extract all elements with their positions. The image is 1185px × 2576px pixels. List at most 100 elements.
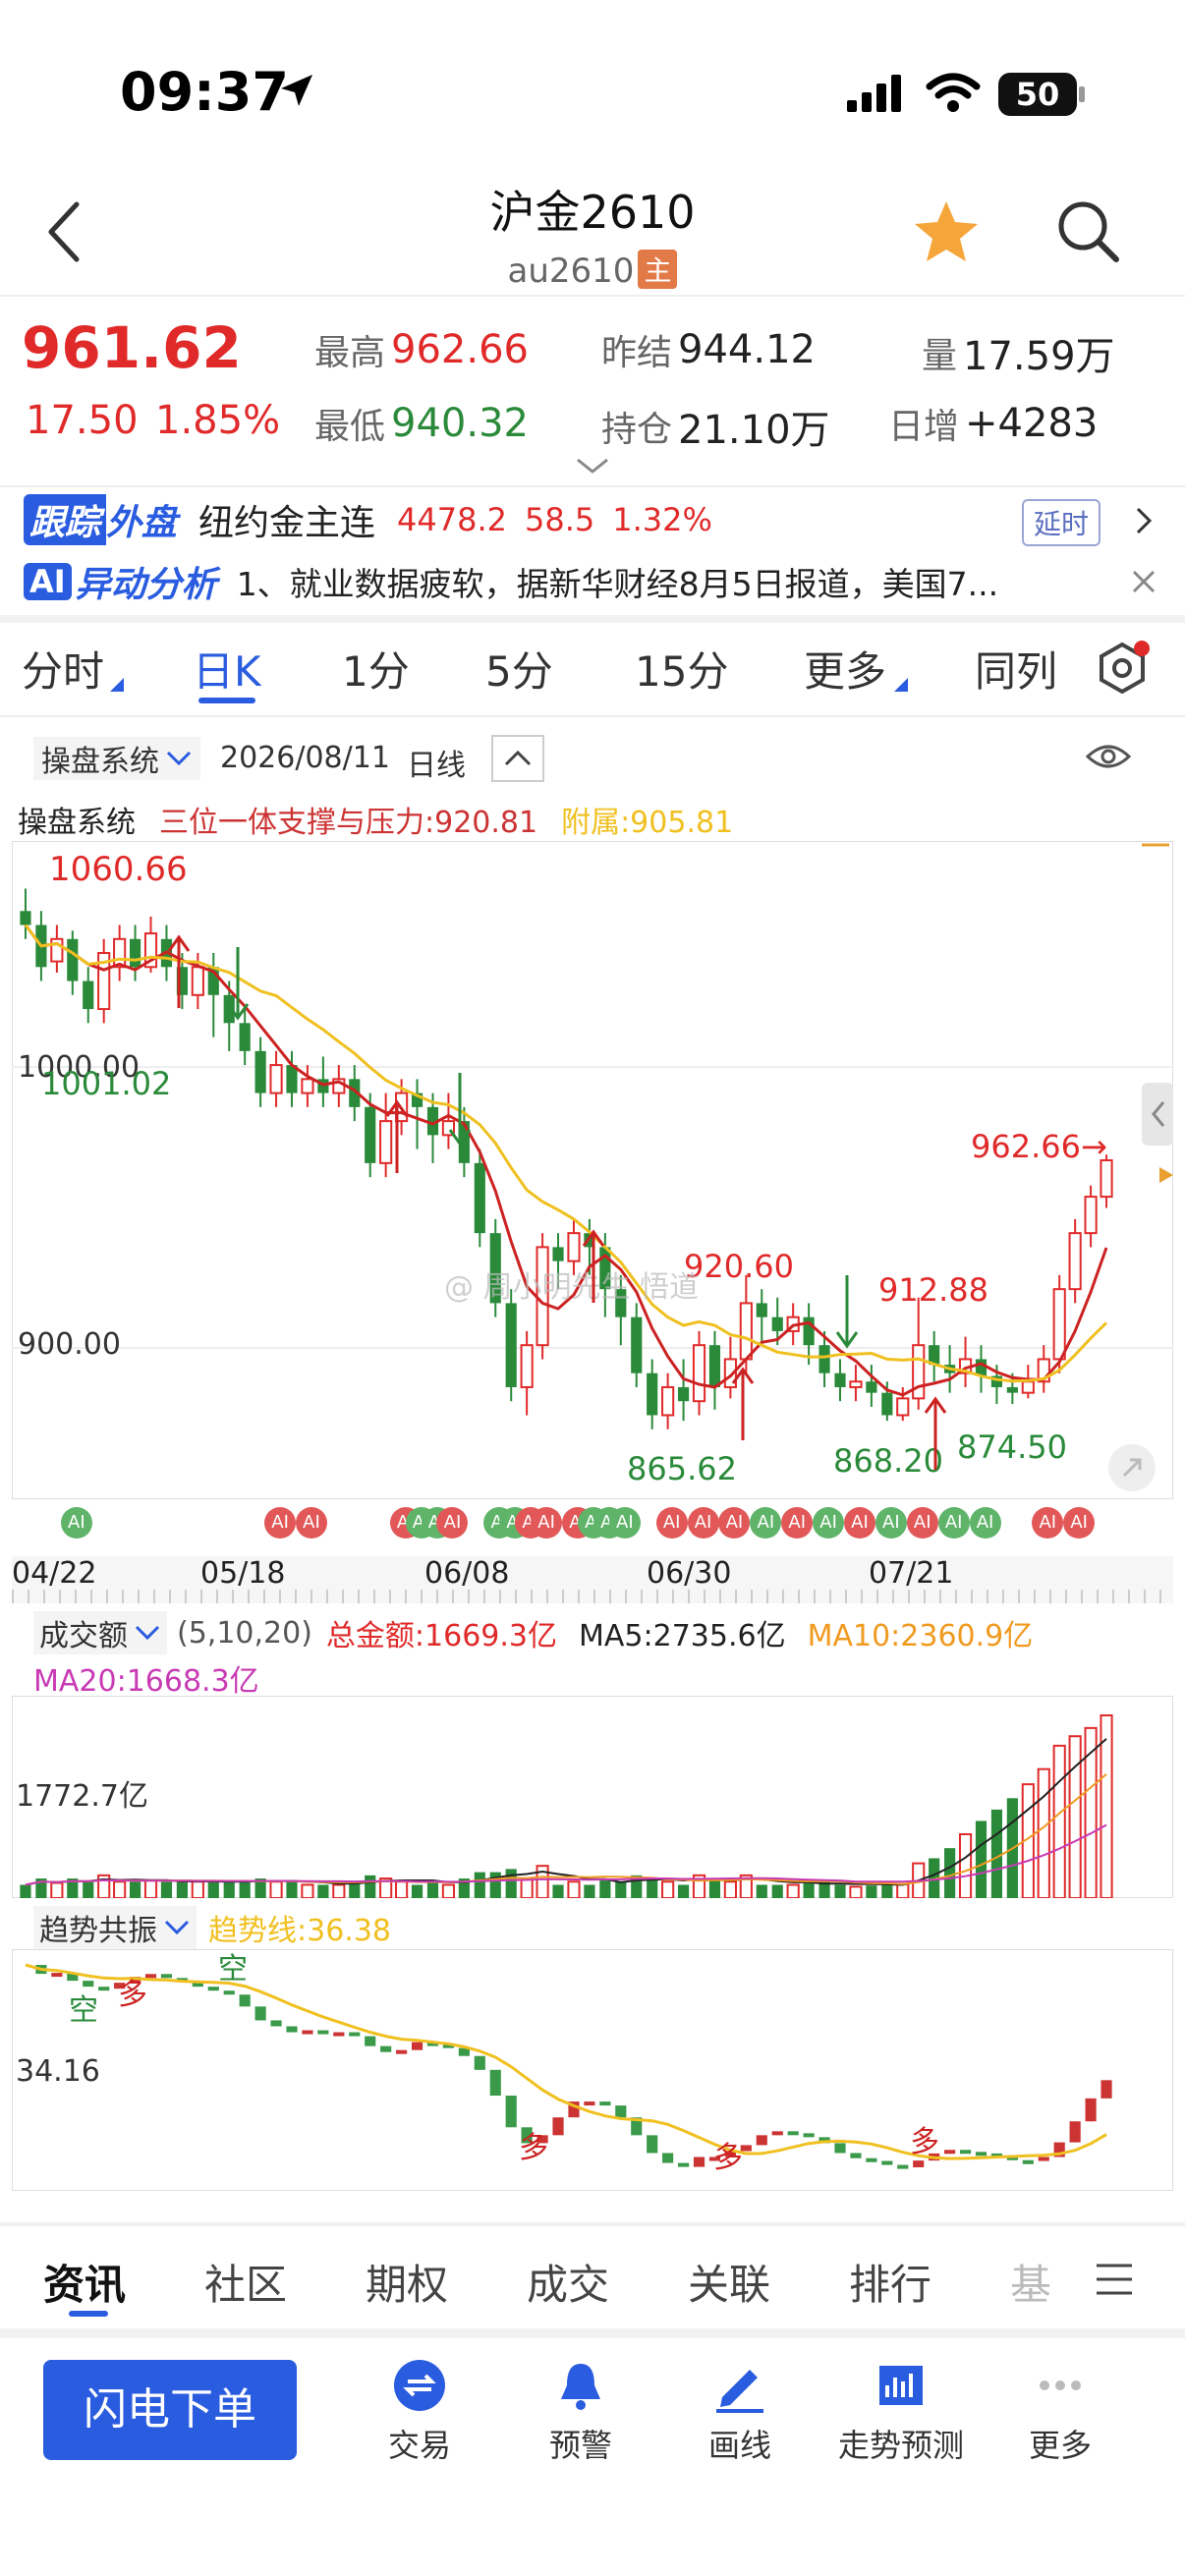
ai-signal-marker[interactable]: AI [781, 1507, 814, 1539]
ai-signal-marker[interactable]: AI [937, 1507, 970, 1539]
ai-signal-marker[interactable]: AI [60, 1507, 92, 1539]
chart-date: 2026/08/11 [220, 741, 390, 775]
wifi-icon [926, 73, 981, 112]
info-tab-fund[interactable]: 基 [1010, 2252, 1051, 2312]
candle [849, 1380, 863, 1388]
ai-signal-marker[interactable]: AI [655, 1507, 688, 1539]
info-tab-ranking[interactable]: 排行 [849, 2252, 931, 2312]
flash-order-button[interactable]: 闪电下单 [43, 2360, 297, 2460]
contract-code-row: au2610 主 [0, 250, 1185, 291]
trend-block [474, 2055, 485, 2070]
outer-market-row[interactable]: 跟踪 外盘 纽约金主连 4478.2 58.5 1.32% [24, 494, 712, 545]
trend-block [693, 2156, 705, 2167]
volume-bar [990, 1809, 1003, 1898]
ai-signal-marker[interactable]: AI [531, 1507, 563, 1539]
kong-label: 空 [69, 1993, 98, 2028]
info-tab-community[interactable]: 社区 [204, 2252, 287, 2312]
nav-draw[interactable]: 画线 [666, 2358, 814, 2466]
ai-signal-marker[interactable]: AI [750, 1507, 782, 1539]
ai-signal-marker[interactable]: AI [718, 1507, 751, 1539]
trend-block [254, 2006, 266, 2021]
menu-icon[interactable] [1095, 2262, 1134, 2297]
ai-signal-marker[interactable]: AI [608, 1507, 641, 1539]
ai-analysis-row[interactable]: AI 异动分析 1、就业数据疲软，据新华财经8月5日报道，美国7... [24, 558, 1104, 605]
ai-signal-marker[interactable]: AI [906, 1507, 938, 1539]
volume-bar [286, 1881, 298, 1898]
tab-intraday[interactable]: 分时 [22, 639, 104, 699]
main-contract-badge: 主 [638, 250, 678, 289]
ai-signal-marker[interactable]: AI [813, 1507, 845, 1539]
nav-forecast[interactable]: 走势预测 [827, 2358, 975, 2466]
tab-15min[interactable]: 15分 [635, 639, 728, 699]
trend-block [302, 2030, 313, 2035]
ai-signal-marker[interactable]: AI [295, 1507, 327, 1539]
info-tab-news[interactable]: 资讯 [43, 2252, 126, 2312]
volume-bar [191, 1880, 204, 1898]
trend-chart[interactable]: 34.16 空 多 空 多 多 多 [12, 1949, 1173, 2191]
daily-inc-field: 日增 +4283 [888, 398, 1098, 449]
tab-dropdown-icon [110, 678, 124, 692]
info-tab-options[interactable]: 期权 [366, 2252, 448, 2312]
trend-block [83, 1981, 94, 1988]
ai-signal-marker[interactable]: AI [687, 1507, 719, 1539]
ai-signal-marker[interactable]: AI [969, 1507, 1001, 1539]
chevron-down-icon [135, 1625, 160, 1641]
ai-badge: AI [24, 563, 72, 600]
volume-bar [83, 1881, 94, 1898]
info-tab-trades[interactable]: 成交 [527, 2252, 609, 2312]
volume-axis: 1772.7亿 [16, 1779, 148, 1814]
nav-trade[interactable]: 交易 [346, 2358, 493, 2466]
volume-bar [786, 1883, 800, 1898]
side-drawer-handle[interactable] [1142, 1083, 1173, 1146]
ai-signal-marker[interactable]: AI [436, 1507, 469, 1539]
candle [474, 1162, 485, 1234]
trend-block [51, 1973, 63, 1978]
annot-peak2: 912.88 [878, 1271, 988, 1309]
nav-more[interactable]: 更多 [987, 2358, 1134, 2466]
nav-alert[interactable]: 预警 [507, 2358, 654, 2466]
eye-icon[interactable] [1085, 739, 1132, 774]
trend-block [584, 2101, 595, 2106]
close-icon[interactable] [1130, 568, 1157, 595]
ai-signal-marker[interactable]: AI [1032, 1507, 1064, 1539]
tab-daily-k[interactable]: 日K [193, 639, 261, 699]
search-icon[interactable] [1055, 198, 1122, 265]
candle [834, 1372, 846, 1387]
info-tab-related[interactable]: 关联 [688, 2252, 770, 2312]
trend-block [160, 1974, 173, 1979]
trend-block [270, 2020, 282, 2027]
expand-chevron-icon[interactable] [574, 456, 611, 476]
volume-bar [1037, 1767, 1050, 1898]
collapse-up-icon[interactable] [491, 735, 544, 782]
volume-selector[interactable]: 成交额 [33, 1611, 167, 1654]
volume-bar [647, 1878, 658, 1898]
candle [896, 1397, 910, 1417]
ai-signal-marker[interactable]: AI [875, 1507, 907, 1539]
trend-block [552, 2117, 564, 2136]
date-ticks [12, 1590, 1173, 1603]
chevron-right-icon[interactable] [1134, 505, 1154, 536]
favorite-star-icon[interactable] [912, 198, 981, 265]
annot-max: 1060.66 [49, 850, 188, 889]
settings-hex-icon[interactable] [1093, 639, 1152, 698]
candlestick-chart[interactable]: 1000.00 900.00 1060.66 1001.02 920.60 86… [12, 841, 1173, 1499]
tab-more[interactable]: 更多 [804, 639, 886, 699]
candle [83, 980, 94, 1010]
trend-selector[interactable]: 趋势共振 [33, 1906, 197, 1949]
volume-bar [223, 1881, 235, 1898]
volume-params: (5,10,20) [177, 1615, 312, 1651]
chart-frame [12, 841, 1173, 1499]
candle [866, 1381, 877, 1393]
system-selector[interactable]: 操盘系统 [33, 737, 200, 780]
duo-label: 多 [519, 2131, 548, 2165]
tab-same-column[interactable]: 同列 [975, 639, 1057, 699]
ai-signal-marker[interactable]: AI [843, 1507, 875, 1539]
tab-active-indicator [198, 698, 255, 703]
ai-signal-marker[interactable]: AI [264, 1507, 297, 1539]
candle [631, 1316, 643, 1373]
tab-1min[interactable]: 1分 [342, 639, 410, 699]
volume-chart[interactable]: 1772.7亿 [12, 1696, 1173, 1898]
tab-5min[interactable]: 5分 [485, 639, 553, 699]
ai-signal-marker[interactable]: AI [1063, 1507, 1096, 1539]
trend-block [380, 2045, 392, 2052]
